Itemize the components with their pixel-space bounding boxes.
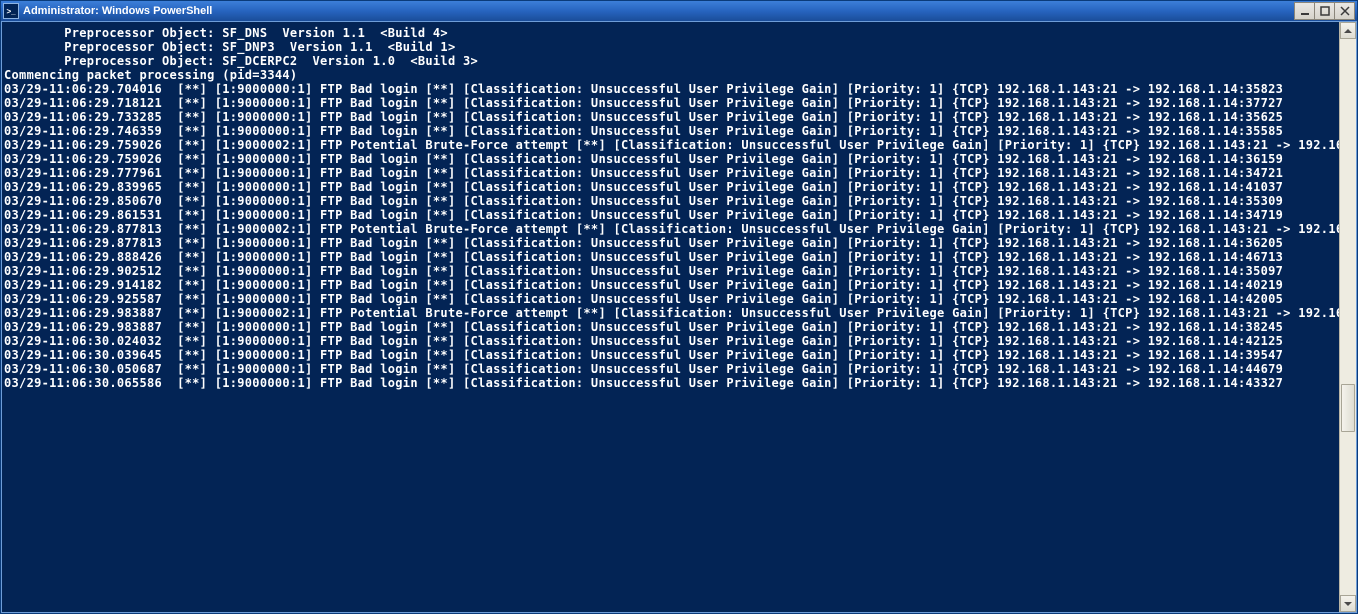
arrow-up-icon (1344, 29, 1352, 33)
close-button[interactable] (1334, 2, 1355, 20)
scrollbar (1339, 22, 1356, 612)
window-title: Administrator: Windows PowerShell (23, 5, 212, 17)
scroll-up-button[interactable] (1340, 22, 1356, 39)
maximize-button[interactable] (1314, 2, 1335, 20)
powershell-icon: >_ (3, 3, 19, 19)
console-wrap: Preprocessor Object: SF_DNS Version 1.1 … (1, 21, 1357, 613)
scroll-down-button[interactable] (1340, 595, 1356, 612)
powershell-window: >_ Administrator: Windows PowerShell Pre… (0, 0, 1358, 614)
titlebar[interactable]: >_ Administrator: Windows PowerShell (1, 1, 1357, 21)
minimize-button[interactable] (1294, 2, 1315, 20)
titlebar-left: >_ Administrator: Windows PowerShell (3, 3, 212, 19)
console-output[interactable]: Preprocessor Object: SF_DNS Version 1.1 … (2, 22, 1339, 612)
arrow-down-icon (1344, 602, 1352, 606)
scrollbar-track[interactable] (1340, 39, 1356, 595)
window-buttons (1295, 2, 1355, 20)
scrollbar-thumb[interactable] (1341, 384, 1355, 432)
